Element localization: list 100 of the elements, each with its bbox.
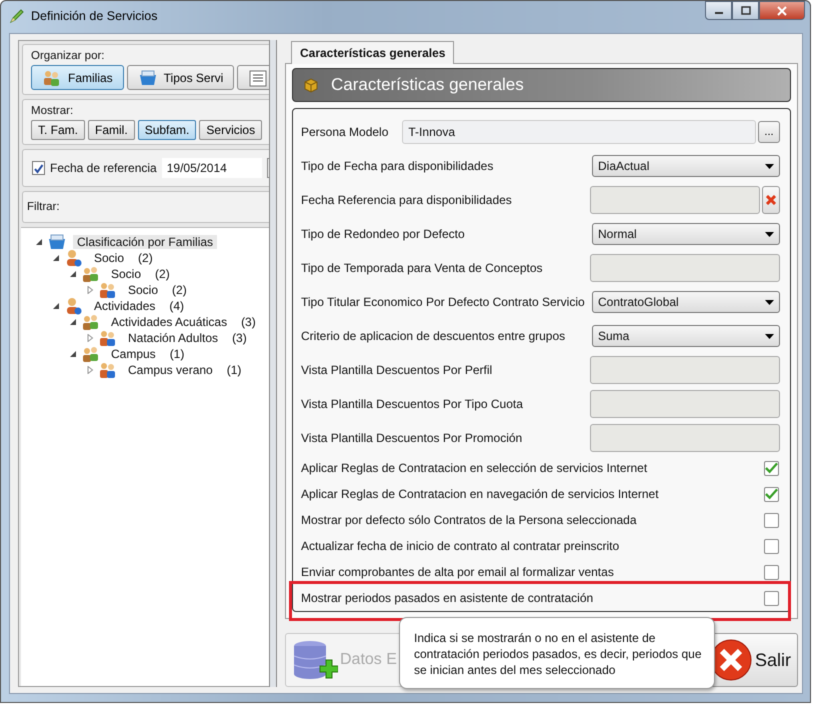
field-label: Vista Plantilla Descuentos Por Promoción (301, 431, 522, 446)
text-field[interactable] (590, 424, 780, 452)
checkbox[interactable] (764, 512, 779, 528)
field-label: Actualizar fecha de inicio de contrato al contratar preinscrito (301, 539, 620, 554)
dropdown-arrow-icon (765, 334, 774, 339)
text-field[interactable] (590, 390, 780, 418)
tooltip: Indica si se mostrarán o no en el asistente de contratación periodos pasados, es decir, periodos que se inician antes del mes seleccionado (399, 617, 715, 689)
window-title: Definición de Servicios (31, 9, 158, 23)
field-label: Vista Plantilla Descuentos Por Tipo Cuota (301, 397, 523, 412)
checkbox[interactable] (764, 538, 779, 554)
text-field[interactable]: T-Innova (402, 120, 756, 144)
dropdown[interactable]: Suma (592, 325, 780, 348)
dropdown[interactable]: ContratoGlobal (592, 291, 780, 314)
field-label: Aplicar Reglas de Contratacion en navegación de servicios Internet (301, 487, 659, 502)
section-title: Características generales (331, 75, 524, 96)
dropdown[interactable]: Normal (592, 223, 780, 246)
checkbox[interactable] (764, 460, 779, 476)
list-icon (248, 68, 268, 86)
item-count: (3) (232, 331, 247, 345)
tree-item[interactable]: Clasificación por Familias (73, 235, 218, 249)
expanded-arrow-icon[interactable] (69, 270, 77, 278)
tree-item[interactable]: Socio (124, 283, 162, 297)
field-label: Tipo Titular Economico Por Defecto Contrato Servicio (301, 295, 585, 310)
item-count: (4) (169, 299, 184, 313)
person-icon (64, 297, 84, 315)
maximize-icon (740, 6, 750, 15)
field-label: Criterio de aplicacion de descuentos entre grupos (301, 329, 566, 344)
field-label: Enviar comprobantes de alta por email al formalizar ventas (301, 565, 614, 580)
dropdown-arrow-icon (765, 164, 774, 169)
people-icon (81, 345, 101, 363)
organize-button[interactable]: Tipos Servi (126, 65, 234, 90)
checkbox[interactable] (764, 564, 779, 580)
field-label: Tipo de Fecha para disponibilidades (301, 159, 494, 174)
tree-item[interactable]: Campus verano (124, 363, 217, 377)
people-icon (81, 313, 101, 331)
basket-icon (47, 233, 67, 251)
item-count: (2) (138, 251, 153, 265)
tree-item[interactable]: Socio (90, 251, 128, 265)
tree-item[interactable]: Socio (107, 267, 146, 281)
expanded-arrow-icon[interactable] (69, 318, 77, 326)
field-label: Tipo de Temporada para Venta de Conceptos (301, 261, 542, 276)
expanded-arrow-icon[interactable] (35, 238, 43, 246)
organize-label: Organizar por: (31, 50, 106, 62)
field-label: Mostrar por defecto sólo Contratos de la Persona seleccionada (301, 513, 637, 528)
text-field[interactable] (590, 356, 780, 384)
expanded-arrow-icon[interactable] (52, 254, 60, 262)
item-count: (2) (155, 267, 170, 281)
tree-item[interactable]: Campus (107, 347, 160, 361)
minimize-button[interactable] (705, 1, 732, 20)
clear-button[interactable] (762, 186, 780, 214)
item-count: (3) (241, 315, 256, 329)
checkmark-icon (765, 488, 778, 500)
item-count: (1) (170, 347, 184, 361)
item-count: (2) (172, 283, 187, 297)
field-label: Fecha Referencia para disponibilidades (301, 193, 512, 208)
organize-button[interactable] (237, 65, 269, 90)
people-icon (98, 361, 118, 379)
people-icon (98, 281, 118, 299)
collapsed-arrow-icon[interactable] (86, 334, 94, 342)
field-label: Aplicar Reglas de Contratacion en selección de servicios Internet (301, 461, 648, 476)
tree-item[interactable]: Natación Adultos (124, 331, 222, 345)
people-icon (81, 265, 101, 283)
expanded-arrow-icon[interactable] (52, 302, 60, 310)
filter-label: Filtrar: (27, 201, 61, 213)
show-button[interactable]: T. Fam. (31, 120, 86, 140)
show-button[interactable]: Subfam. (138, 120, 196, 140)
maximize-button[interactable] (732, 1, 759, 20)
field-label: Persona Modelo (301, 125, 388, 140)
checkmark-icon (765, 462, 778, 474)
tree-item[interactable]: Actividades (90, 299, 160, 313)
browse-button[interactable]: ... (758, 121, 780, 144)
date-field[interactable] (590, 186, 760, 214)
expanded-arrow-icon[interactable] (69, 350, 77, 358)
dropdown[interactable]: DiaActual (592, 155, 780, 178)
clear-icon (766, 195, 776, 206)
item-count: (1) (226, 363, 242, 377)
collapsed-arrow-icon[interactable] (86, 286, 94, 294)
checkbox[interactable] (32, 161, 45, 175)
show-button[interactable]: Servicios (199, 120, 262, 140)
checkmark-icon (33, 162, 44, 174)
date-field[interactable]: 19/05/2014 (162, 158, 262, 178)
tree-item[interactable]: Actividades Acuáticas (107, 315, 232, 329)
show-label: Mostrar: (31, 105, 74, 117)
dropdown-arrow-icon (765, 300, 774, 305)
organize-button[interactable]: Familias (31, 65, 124, 90)
field-label: Mostrar periodos pasados en asistente de contratación (301, 591, 594, 606)
pencil-icon (9, 8, 25, 24)
tab[interactable]: Características generales (291, 41, 454, 64)
person-icon (64, 249, 84, 267)
reference-date-label: Fecha de referencia (50, 161, 157, 175)
collapsed-arrow-icon[interactable] (86, 366, 94, 374)
text-field[interactable] (590, 254, 780, 282)
close-button[interactable] (759, 1, 805, 20)
checkbox[interactable] (764, 486, 779, 502)
people-icon (98, 329, 118, 347)
field-label: Tipo de Redondeo por Defecto (301, 227, 465, 242)
people-icon (42, 68, 62, 86)
checkbox[interactable] (764, 590, 779, 606)
show-button[interactable]: Famil. (88, 120, 135, 140)
close-icon (776, 6, 788, 16)
